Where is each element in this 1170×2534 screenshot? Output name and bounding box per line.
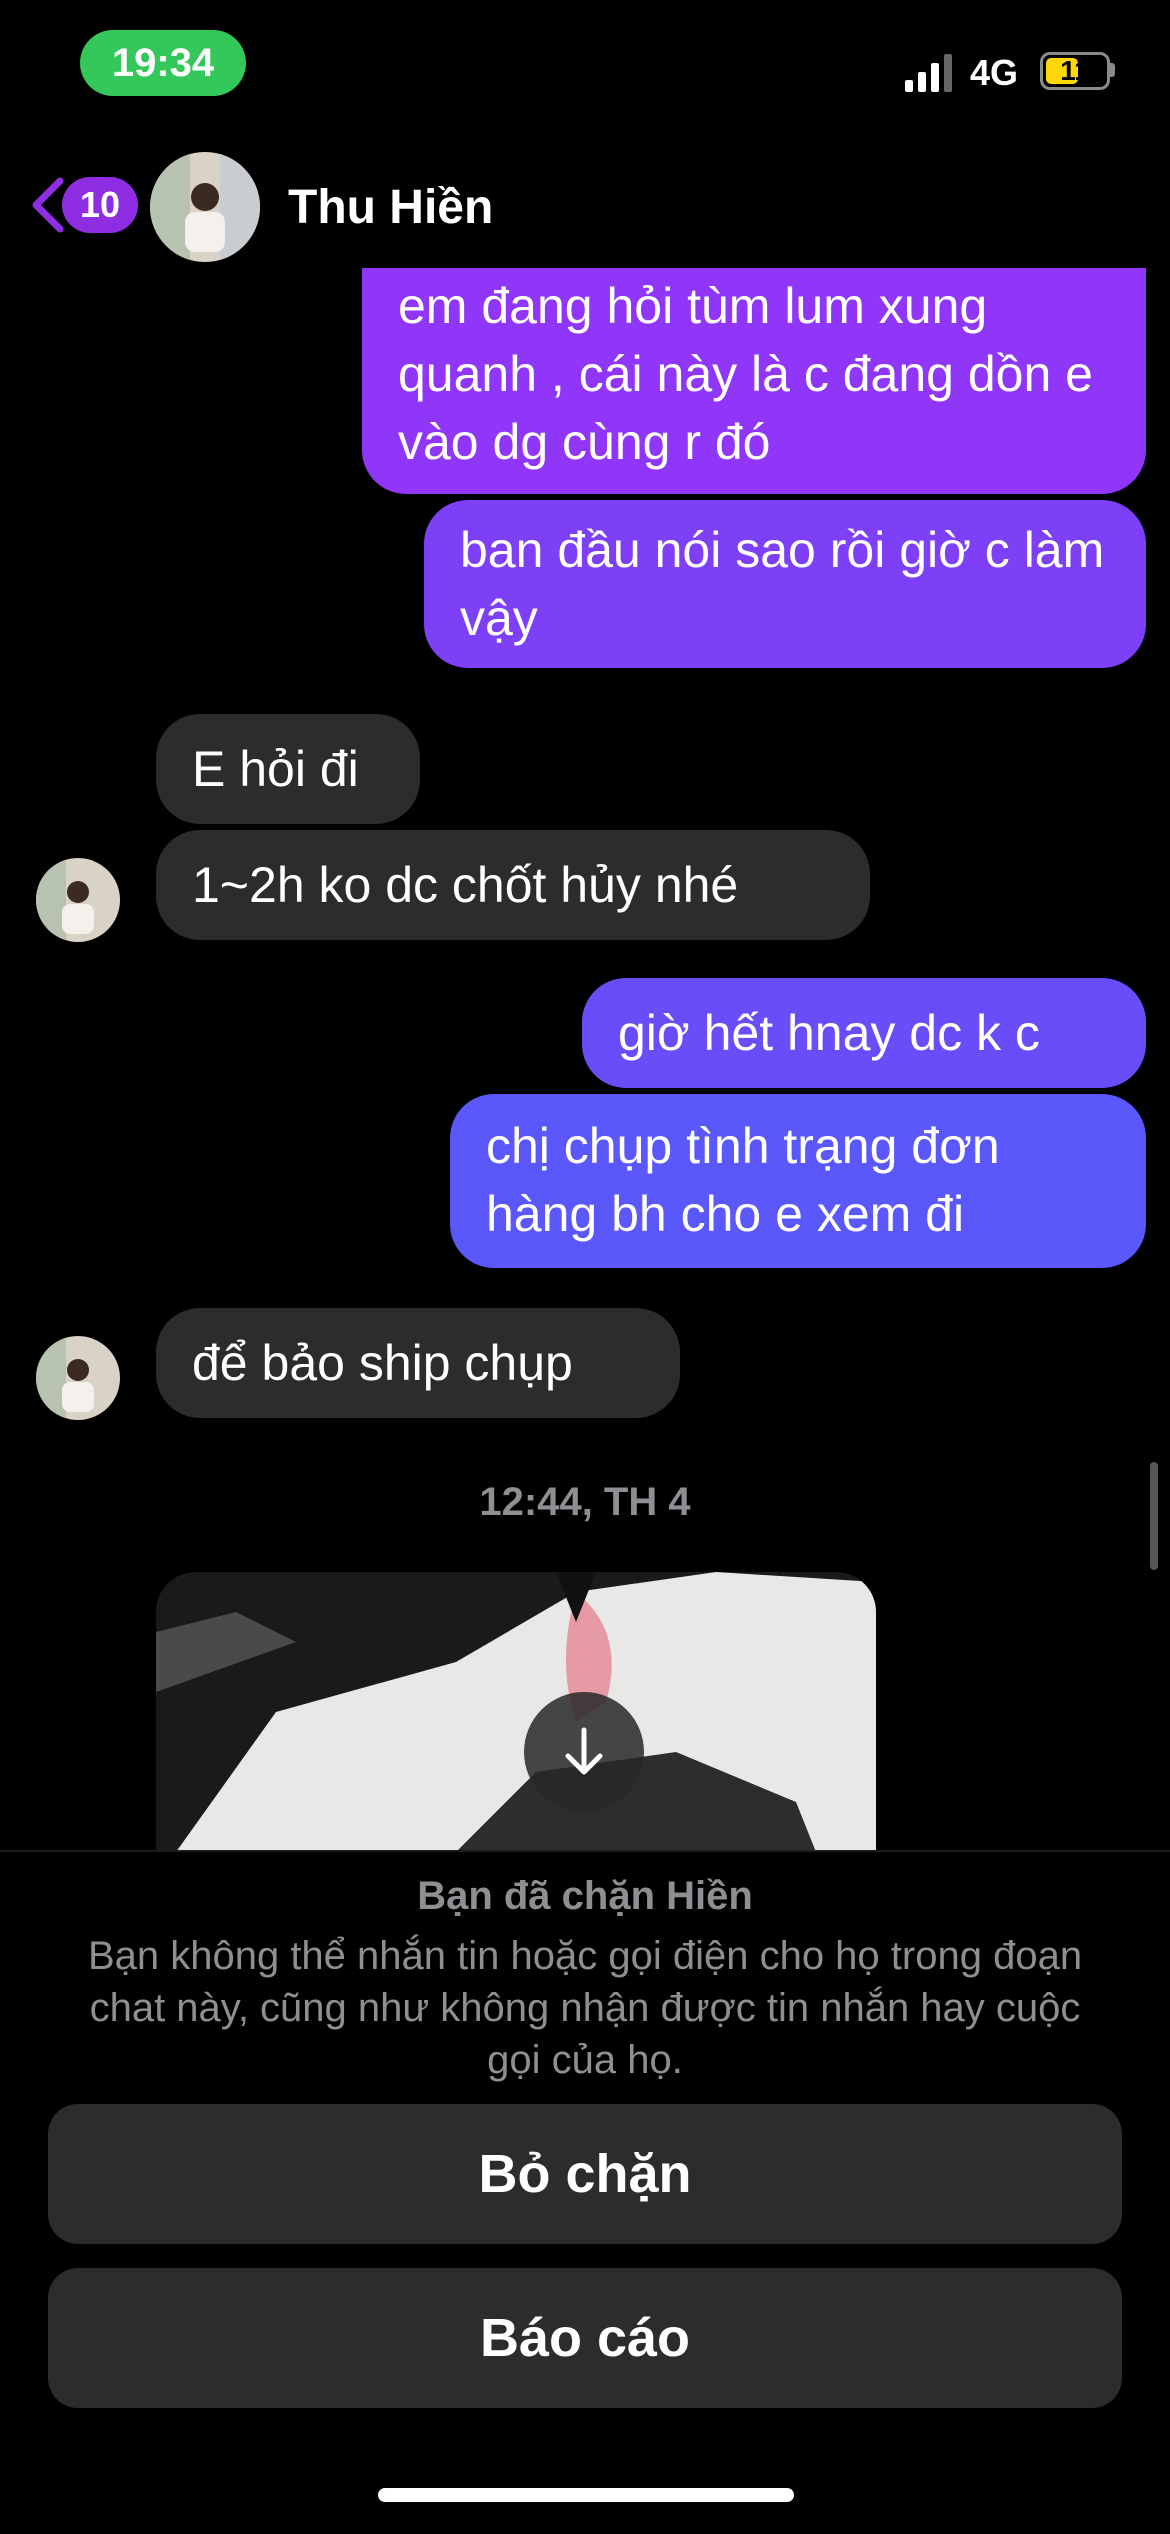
message-bubble-incoming[interactable]: 1~2h ko dc chốt hủy nhé <box>156 830 870 940</box>
photo-attachment[interactable] <box>156 1572 876 1852</box>
battery-tip <box>1110 63 1115 77</box>
contact-avatar[interactable] <box>150 152 260 262</box>
message-bubble-incoming[interactable]: E hỏi đi <box>156 714 420 824</box>
message-bubble-incoming[interactable]: để bảo ship chụp <box>156 1308 680 1418</box>
message-bubble-outgoing[interactable]: chị chụp tình trạng đơn hàng bh cho e xe… <box>450 1094 1146 1268</box>
message-bubble-outgoing[interactable]: em đang hỏi tùm lum xung quanh , cái này… <box>362 268 1146 494</box>
arrow-down-icon <box>565 1727 603 1775</box>
report-button[interactable]: Báo cáo <box>48 2268 1122 2408</box>
signal-icon <box>905 54 952 92</box>
scrollbar[interactable] <box>1150 1462 1158 1570</box>
message-bubble-outgoing[interactable]: ban đầu nói sao rồi giờ c làm vậy <box>424 500 1146 668</box>
home-indicator[interactable] <box>378 2488 794 2502</box>
status-bar: 19:34 4G 11 <box>0 0 1170 150</box>
network-label: 4G <box>970 52 1019 93</box>
back-button[interactable]: 10 <box>28 175 138 235</box>
chat-header: 10 Thu Hiền <box>0 150 1170 275</box>
photo-preview <box>156 1572 876 1852</box>
blocked-description: Bạn không thể nhắn tin hoặc gọi điện cho… <box>87 1934 1083 2082</box>
contact-name[interactable]: Thu Hiền <box>288 180 493 235</box>
blocked-notice-panel: Bạn đã chặn Hiền Bạn không thể nhắn tin … <box>0 1850 1170 2534</box>
message-timestamp: 12:44, TH 4 <box>479 1480 691 1524</box>
status-time: 19:34 <box>80 30 246 96</box>
unread-count-badge: 10 <box>62 177 138 233</box>
sender-avatar[interactable] <box>36 1336 120 1420</box>
battery-icon: 11 <box>1040 52 1110 90</box>
download-button[interactable] <box>524 1692 644 1812</box>
battery-level-label: 11 <box>1060 55 1090 86</box>
unblock-button[interactable]: Bỏ chặn <box>48 2104 1122 2244</box>
sender-avatar[interactable] <box>36 858 120 942</box>
blocked-title: Bạn đã chặn Hiền <box>417 1874 753 1918</box>
message-bubble-outgoing[interactable]: giờ hết hnay dc k c <box>582 978 1146 1088</box>
